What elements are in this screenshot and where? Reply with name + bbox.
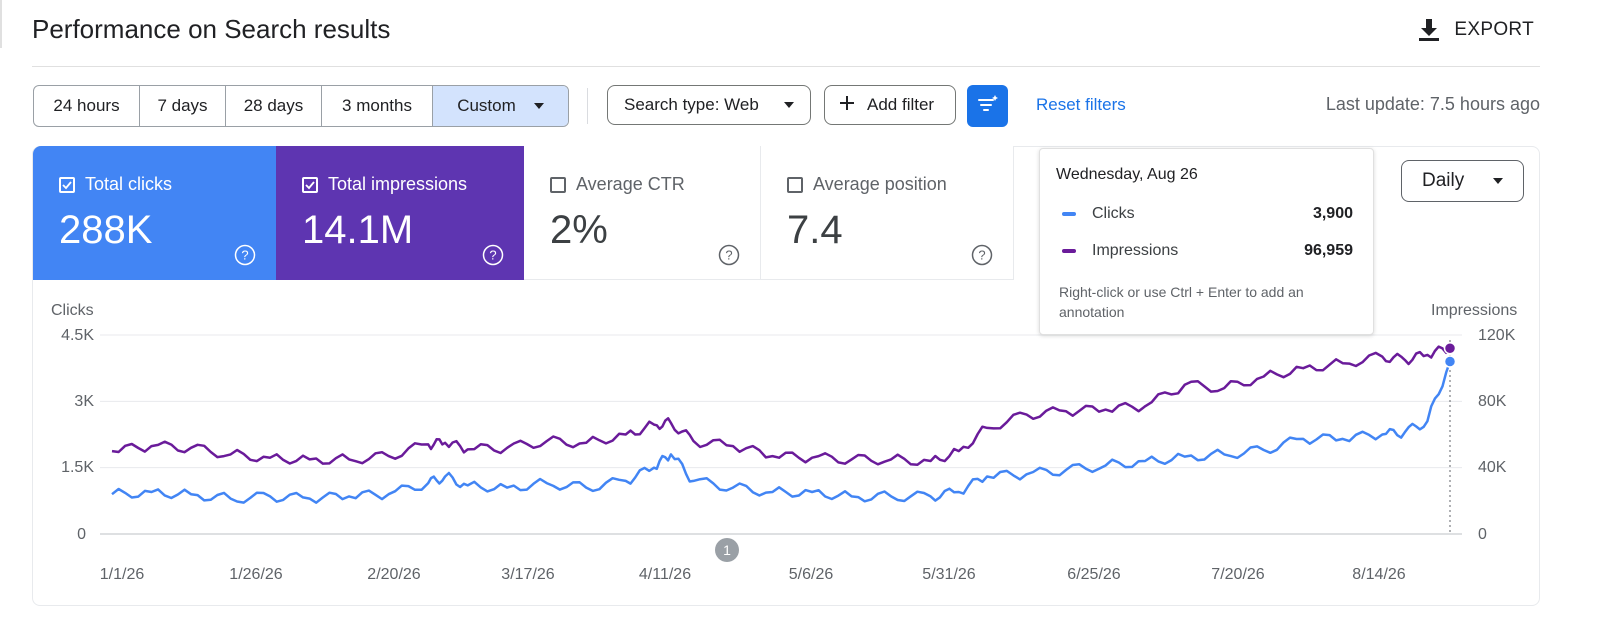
y-axis-left-title: Clicks bbox=[51, 302, 94, 319]
x-tick: 7/20/26 bbox=[1211, 566, 1265, 583]
y-left-tick: 1.5K bbox=[61, 459, 94, 476]
y-left-tick: 0 bbox=[77, 526, 86, 543]
x-tick: 1/1/26 bbox=[99, 566, 145, 583]
x-tick: 3/17/26 bbox=[501, 566, 555, 583]
y-left-tick: 4.5K bbox=[61, 327, 94, 344]
x-tick: 5/31/26 bbox=[922, 566, 976, 583]
tooltip-series-name: Clicks bbox=[1092, 205, 1135, 222]
tooltip-date: Wednesday, Aug 26 bbox=[1056, 166, 1198, 183]
y-right-tick: 80K bbox=[1478, 393, 1507, 410]
y-right-tick: 120K bbox=[1478, 327, 1516, 344]
y-left-tick: 3K bbox=[74, 393, 94, 410]
x-tick: 8/14/26 bbox=[1352, 566, 1406, 583]
x-tick: 5/6/26 bbox=[788, 566, 834, 583]
chart-tooltip: Wednesday, Aug 26 Clicks 3,900 Impressio… bbox=[1039, 148, 1374, 335]
x-tick: 6/25/26 bbox=[1067, 566, 1121, 583]
annotation-marker[interactable]: 1 bbox=[715, 538, 739, 562]
y-right-tick: 0 bbox=[1478, 526, 1487, 543]
legend-swatch bbox=[1062, 249, 1076, 253]
data-point-impressions[interactable] bbox=[1443, 342, 1457, 355]
series-line-clicks bbox=[111, 361, 1452, 504]
x-tick: 2/20/26 bbox=[367, 566, 421, 583]
tooltip-row-clicks: Clicks 3,900 bbox=[1062, 205, 1353, 223]
y-right-tick: 40K bbox=[1478, 459, 1507, 476]
y-axis-right-title: Impressions bbox=[1431, 302, 1518, 319]
x-tick: 4/11/26 bbox=[638, 566, 692, 583]
chart-series bbox=[111, 345, 1452, 504]
x-tick: 1/26/26 bbox=[229, 566, 283, 583]
chart-grid bbox=[100, 334, 1462, 535]
legend-swatch bbox=[1062, 212, 1076, 216]
tooltip-note: Right-click or use Ctrl + Enter to add a… bbox=[1059, 284, 1304, 320]
tooltip-series-name: Impressions bbox=[1092, 242, 1179, 259]
tooltip-series-value: 96,959 bbox=[1304, 242, 1353, 259]
tooltip-series-value: 3,900 bbox=[1312, 205, 1353, 222]
chart-markers bbox=[1443, 342, 1457, 368]
data-point-clicks[interactable] bbox=[1443, 355, 1457, 368]
tooltip-row-impressions: Impressions 96,959 bbox=[1062, 242, 1353, 260]
